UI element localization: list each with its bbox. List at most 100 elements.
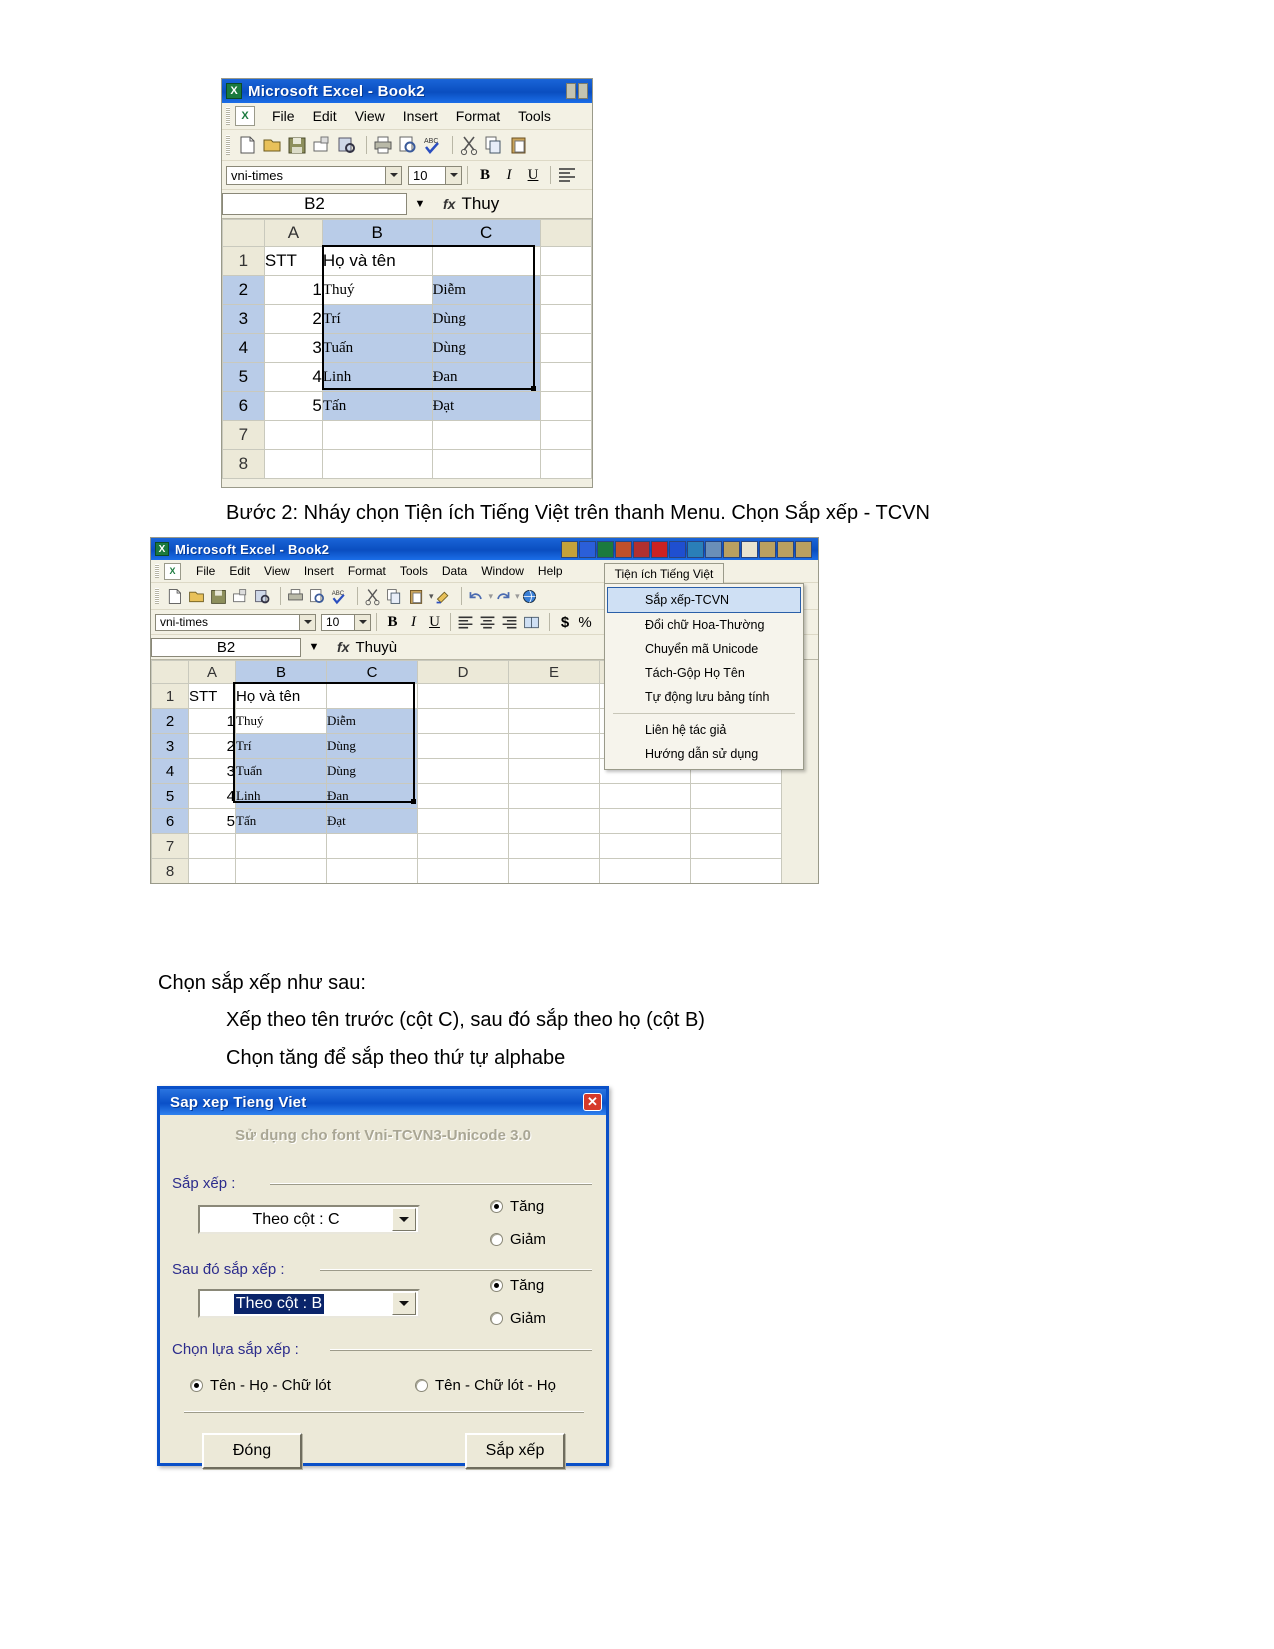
cell-d1[interactable] [539, 246, 592, 276]
menu-format[interactable]: Format [341, 563, 393, 579]
font-size-dropdown-icon[interactable] [355, 613, 371, 631]
cell-c2[interactable]: Diễm [431, 275, 541, 305]
excel1-window-buttons[interactable] [566, 83, 588, 99]
paste-icon[interactable] [508, 134, 530, 156]
cell-d6[interactable] [539, 391, 592, 421]
menu-edit[interactable]: Edit [222, 563, 257, 579]
cell-e4[interactable] [508, 758, 600, 784]
row-header-6[interactable]: 6 [151, 808, 189, 834]
name-box[interactable]: B2 [151, 637, 301, 657]
cell-c4[interactable]: Dùng [431, 333, 541, 363]
row-header-2[interactable]: 2 [222, 275, 265, 305]
new-icon[interactable] [236, 134, 258, 156]
menu-data[interactable]: Data [435, 563, 474, 579]
underline-button[interactable]: U [521, 167, 545, 184]
chevron-down-icon[interactable] [391, 1292, 416, 1315]
sort-column-1-combo[interactable]: Theo cột : C [198, 1205, 420, 1234]
table-row[interactable]: 7 [151, 833, 782, 859]
cell-b6[interactable]: Tấn [321, 391, 433, 421]
menu-format[interactable]: Format [447, 106, 509, 126]
radio-order-ten-ho-chulot[interactable]: Tên - Họ - Chữ lót [190, 1377, 331, 1394]
cell-d5[interactable] [539, 362, 592, 392]
cell-g7[interactable] [690, 833, 782, 859]
cell-a7[interactable] [188, 833, 236, 859]
font-size-input[interactable]: 10 [321, 613, 355, 631]
print-preview-icon[interactable] [308, 587, 327, 606]
table-row[interactable]: 1 STT Họ và tên [222, 246, 592, 276]
cell-b2[interactable]: Thuý [321, 275, 433, 305]
cell-b3[interactable]: Trí [235, 733, 327, 759]
merge-cells-icon[interactable] [522, 613, 541, 632]
copy-icon[interactable] [385, 587, 404, 606]
menu-edit[interactable]: Edit [304, 106, 346, 126]
cell-a2[interactable]: 1 [263, 275, 323, 305]
cell-a3[interactable]: 2 [188, 733, 236, 759]
office-shortcut-bar[interactable] [561, 540, 814, 558]
cell-a1[interactable]: STT [263, 246, 323, 276]
cell-d2[interactable] [417, 708, 509, 734]
menu-item-sap-xep-tcvn[interactable]: Sắp xếp-TCVN [607, 587, 801, 613]
print-preview-icon[interactable] [397, 134, 419, 156]
cell-b1[interactable]: Họ và tên [235, 683, 327, 709]
font-name-input[interactable]: vni-times [226, 165, 386, 185]
radio-order-ten-chulot-ho[interactable]: Tên - Chữ lót - Họ [415, 1377, 556, 1394]
name-box-dropdown-icon[interactable]: ▼ [407, 198, 433, 210]
align-left-icon[interactable] [556, 164, 578, 186]
menu-view[interactable]: View [257, 563, 297, 579]
bold-button[interactable]: B [473, 167, 497, 184]
cell-a8[interactable] [188, 858, 236, 883]
cell-f8[interactable] [599, 858, 691, 883]
cell-d4[interactable] [417, 758, 509, 784]
column-header-b[interactable]: B [235, 660, 327, 684]
menu-tools[interactable]: Tools [393, 563, 435, 579]
cell-a8[interactable] [263, 449, 323, 479]
close-button[interactable]: Đóng [202, 1433, 302, 1469]
cell-b5[interactable]: Linh [235, 783, 327, 809]
menu-view[interactable]: View [346, 106, 394, 126]
cell-f6[interactable] [599, 808, 691, 834]
cell-a6[interactable]: 5 [188, 808, 236, 834]
italic-button[interactable]: I [403, 614, 424, 631]
cell-c3[interactable]: Dùng [326, 733, 418, 759]
cell-c5[interactable]: Đan [431, 362, 541, 392]
cell-e1[interactable] [508, 683, 600, 709]
align-left-icon[interactable] [456, 613, 475, 632]
name-box[interactable]: B2 [222, 193, 407, 215]
row-header-5[interactable]: 5 [222, 362, 265, 392]
radio-group2-giam[interactable]: Giảm [490, 1310, 546, 1327]
cell-c7[interactable] [326, 833, 418, 859]
row-header-4[interactable]: 4 [151, 758, 189, 784]
cell-d8[interactable] [539, 449, 592, 479]
cell-c7[interactable] [431, 420, 541, 450]
font-size-dropdown-icon[interactable] [446, 165, 462, 185]
row-header-2[interactable]: 2 [151, 708, 189, 734]
open-icon[interactable] [261, 134, 283, 156]
cell-d1[interactable] [417, 683, 509, 709]
column-header-b[interactable]: B [321, 219, 433, 247]
row-header-4[interactable]: 4 [222, 333, 265, 363]
print-icon[interactable] [286, 587, 305, 606]
cell-b3[interactable]: Trí [321, 304, 433, 334]
row-header-3[interactable]: 3 [222, 304, 265, 334]
chevron-down-icon[interactable] [392, 1208, 416, 1231]
cell-b4[interactable]: Tuấn [235, 758, 327, 784]
table-row[interactable]: 3 2 Trí Dùng [222, 304, 592, 334]
cell-c6[interactable]: Đạt [326, 808, 418, 834]
menu-tools[interactable]: Tools [509, 106, 560, 126]
cell-b6[interactable]: Tấn [235, 808, 327, 834]
save-icon[interactable] [286, 134, 308, 156]
row-header-5[interactable]: 5 [151, 783, 189, 809]
cell-d5[interactable] [417, 783, 509, 809]
insert-hyperlink-icon[interactable] [520, 587, 539, 606]
table-row[interactable]: 6 5 Tấn Đạt [222, 391, 592, 421]
align-center-icon[interactable] [478, 613, 497, 632]
excel1-standard-toolbar[interactable]: ABC [222, 130, 592, 161]
menu-item-huong-dan-su-dung[interactable]: Hướng dẫn sử dụng [605, 742, 803, 766]
menu-insert[interactable]: Insert [297, 563, 341, 579]
column-header-d[interactable] [539, 219, 592, 247]
row-header-1[interactable]: 1 [151, 683, 189, 709]
toolbar-grip[interactable] [226, 135, 230, 155]
italic-button[interactable]: I [497, 167, 521, 184]
excel1-formula-bar[interactable]: B2 ▼ fx Thuy [222, 190, 592, 219]
formula-input[interactable]: Thuy [461, 194, 592, 214]
